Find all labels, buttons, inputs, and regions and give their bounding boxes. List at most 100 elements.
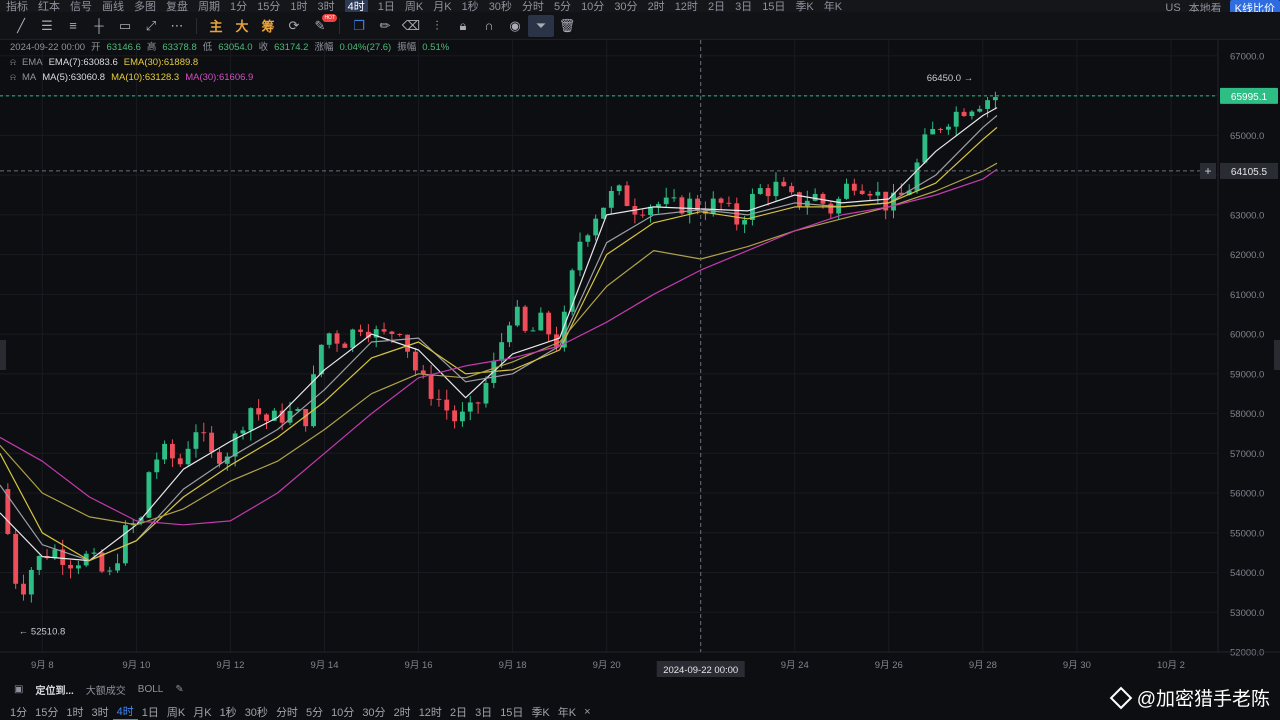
candle-body <box>240 430 246 434</box>
candle-body <box>499 342 505 361</box>
eye-icon[interactable]: ◉ <box>502 15 528 37</box>
top-menu-item[interactable]: 30秒 <box>489 0 512 12</box>
top-menu-item[interactable]: 分时 <box>522 0 544 12</box>
period-option[interactable]: 4时 <box>112 704 138 720</box>
top-menu-item[interactable]: 10分 <box>581 0 604 12</box>
top-menu-item[interactable]: 4时 <box>344 0 368 12</box>
period-option[interactable]: 5分 <box>302 704 327 720</box>
magic-pen-icon[interactable]: ✎ HOT <box>307 13 337 37</box>
top-menu-item[interactable]: 1时 <box>290 0 307 12</box>
candle-body <box>13 533 19 584</box>
period-option[interactable]: 1时 <box>62 704 87 720</box>
lock-icon[interactable]: 🔒︎ <box>450 15 476 37</box>
top-menu-item[interactable]: 12时 <box>675 0 698 12</box>
more-icon[interactable]: ⋯ <box>164 15 190 37</box>
period-option[interactable]: 10分 <box>327 704 358 720</box>
top-menu-item[interactable]: 信号 <box>70 0 92 12</box>
period-option[interactable]: 月K <box>189 704 215 720</box>
settings-sliders-icon[interactable]: ⫶ <box>424 15 450 37</box>
big-deal-toggle[interactable]: 大额成交 <box>86 682 126 697</box>
bell-icon[interactable]: ⍾ <box>10 55 16 70</box>
top-menu-item[interactable]: 复盘 <box>166 0 188 12</box>
top-menu-item[interactable]: 周K <box>405 0 423 12</box>
left-panel-toggle[interactable] <box>0 340 6 370</box>
top-menu-item[interactable]: 年K <box>824 0 842 12</box>
high-label: 高 <box>146 42 157 53</box>
calendar-icon[interactable]: ▣ <box>14 684 23 695</box>
trash-icon[interactable]: 🗑︎ <box>554 15 580 37</box>
top-menu-item[interactable]: 1秒 <box>462 0 479 12</box>
period-option[interactable]: 3日 <box>471 704 496 720</box>
trend-line-icon[interactable]: ╱ <box>8 15 34 37</box>
top-menu-item[interactable]: 5分 <box>554 0 571 12</box>
period-option[interactable]: 2日 <box>446 704 471 720</box>
period-option[interactable]: 2时 <box>390 704 415 720</box>
main-chart-button[interactable]: 主 <box>203 15 229 37</box>
top-menu-item[interactable]: 2时 <box>648 0 665 12</box>
candle-body <box>585 235 591 242</box>
ma-indicator-name[interactable]: MA <box>22 70 36 85</box>
period-option[interactable]: 1秒 <box>216 704 241 720</box>
top-menu-item[interactable]: 15日 <box>762 0 785 12</box>
candle-body <box>154 459 160 473</box>
eraser-icon[interactable]: ⌫ <box>398 15 424 37</box>
period-option[interactable]: 年K <box>554 704 580 720</box>
top-menu-item[interactable]: 多图 <box>134 0 156 12</box>
top-menu-item[interactable]: 1日 <box>378 0 395 12</box>
period-option[interactable]: 1分 <box>6 704 31 720</box>
period-option[interactable]: × <box>580 706 594 718</box>
horizontal-ray-icon[interactable]: ┼ <box>86 15 112 37</box>
locate-to-button[interactable]: 定位到... <box>35 682 73 697</box>
period-option[interactable]: 分时 <box>272 704 302 720</box>
top-menu-item[interactable]: 周期 <box>198 0 220 12</box>
top-menu-item[interactable]: 2日 <box>708 0 725 12</box>
filter-icon[interactable]: ⏷ <box>528 14 554 37</box>
candle-body <box>170 443 175 459</box>
big-trade-button[interactable]: 大 <box>229 15 255 37</box>
ema-indicator-name[interactable]: EMA <box>22 55 43 70</box>
y-tick-label: 59000.0 <box>1230 369 1264 380</box>
period-option[interactable]: 30分 <box>358 704 389 720</box>
candle-body <box>828 203 834 214</box>
top-right-item[interactable]: 本地看 <box>1189 0 1222 12</box>
top-menu-item[interactable]: 红本 <box>38 0 60 12</box>
period-option[interactable]: 15分 <box>31 704 62 720</box>
period-option[interactable]: 1日 <box>138 704 163 720</box>
top-menu-item[interactable]: 指标 <box>6 0 28 12</box>
pencil-icon[interactable]: ✏ <box>372 15 398 37</box>
top-menu-item[interactable]: 3时 <box>318 0 335 12</box>
period-option[interactable]: 12时 <box>415 704 446 720</box>
period-option[interactable]: 季K <box>527 704 553 720</box>
top-menu-item[interactable]: 1分 <box>230 0 247 12</box>
magnet-icon[interactable]: ∩ <box>476 15 502 37</box>
right-panel-toggle[interactable] <box>1274 340 1280 370</box>
arrow-line-icon[interactable]: ⤢ <box>138 15 164 37</box>
boll-toggle[interactable]: BOLL <box>138 684 164 695</box>
period-option[interactable]: 15日 <box>496 704 527 720</box>
bell-icon[interactable]: ⍾ <box>10 70 16 85</box>
top-menu-item[interactable]: 30分 <box>614 0 637 12</box>
top-right-item[interactable]: K线比价 <box>1229 0 1280 12</box>
candle-body <box>397 334 403 336</box>
edit-icon[interactable]: ✎ <box>175 684 183 695</box>
parallel-lines-icon[interactable]: ≡ <box>60 15 86 37</box>
top-menu-item[interactable]: 15分 <box>257 0 280 12</box>
period-option[interactable]: 30秒 <box>241 704 272 720</box>
period-option[interactable]: 3时 <box>88 704 113 720</box>
top-menu-item[interactable]: 月K <box>433 0 451 12</box>
top-right-item[interactable]: US <box>1165 2 1180 12</box>
horizontal-lines-icon[interactable]: ☰ <box>34 15 60 37</box>
copy-icon[interactable]: ❐ <box>346 15 372 37</box>
y-tick-label: 65000.0 <box>1230 131 1264 142</box>
period-option[interactable]: 周K <box>163 704 189 720</box>
refresh-icon[interactable]: ⟳ <box>281 15 307 37</box>
top-menu-item[interactable]: 季K <box>795 0 813 12</box>
top-menu-item[interactable]: 3日 <box>735 0 752 12</box>
top-menu-item[interactable]: 画线 <box>102 0 124 12</box>
candlestick-chart[interactable]: 52000.0 53000.0 54000.0 55000.0 56000.0 57000… <box>0 40 1280 678</box>
rectangle-icon[interactable]: ▭ <box>112 15 138 37</box>
candle-body <box>412 351 418 371</box>
close-label: 收 <box>258 42 269 53</box>
chip-distribution-button[interactable]: 筹 <box>255 15 281 37</box>
watermark: @加密猎手老陈 <box>1109 684 1270 711</box>
